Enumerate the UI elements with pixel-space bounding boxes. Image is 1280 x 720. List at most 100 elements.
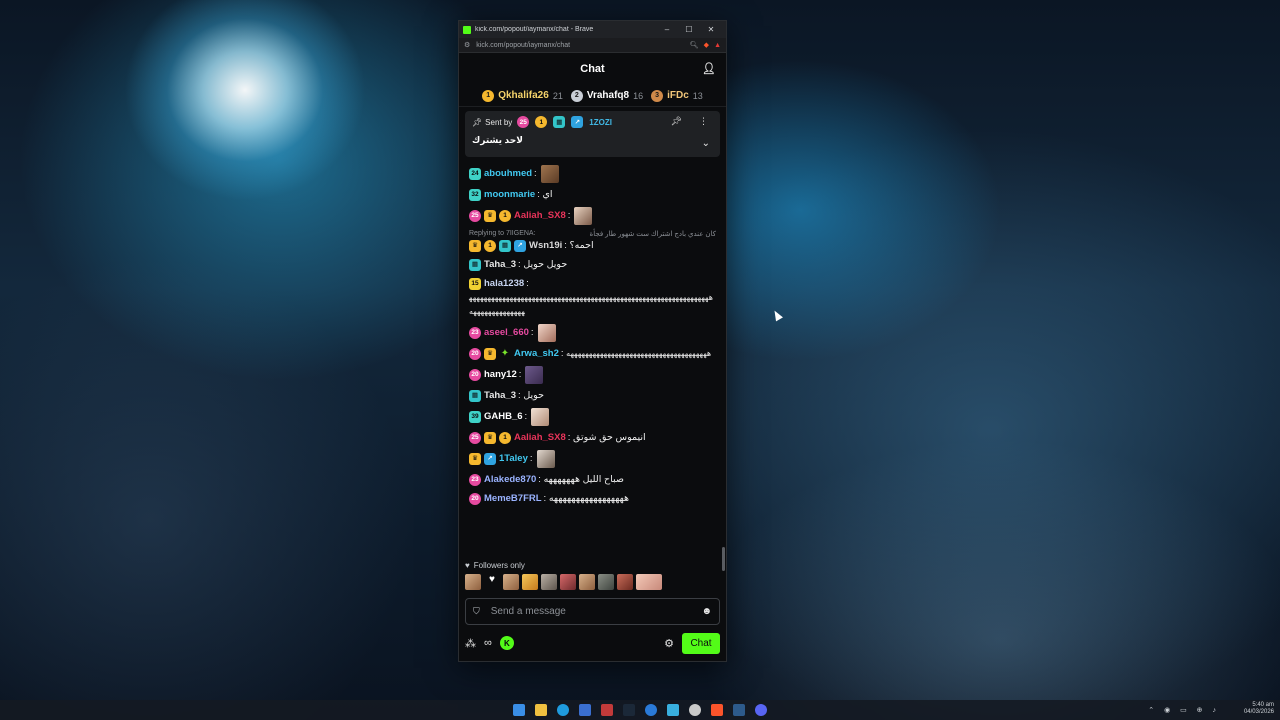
- leaderboard-item[interactable]: 2 Vrahafq8 16: [570, 89, 643, 102]
- zoom-icon[interactable]: 🔍︎: [690, 41, 699, 49]
- brave-shield-icon[interactable]: ◆: [704, 41, 709, 49]
- heart-icon: ♥: [465, 561, 470, 570]
- pin-icon[interactable]: 📌︎: [671, 116, 682, 127]
- gifter-badge-icon: 1: [499, 210, 511, 222]
- kick-icon[interactable]: K: [499, 636, 514, 650]
- pinner-username[interactable]: 1ZOZI: [589, 118, 612, 127]
- brave-rewards-icon[interactable]: ▲: [714, 42, 721, 49]
- chat-username[interactable]: moonmarie: [484, 188, 535, 202]
- emote-icon[interactable]: [617, 574, 633, 590]
- crown-badge-icon: ♛: [469, 240, 481, 252]
- chat-username[interactable]: Aaliah_SX8: [514, 431, 566, 445]
- emote-icon[interactable]: [560, 574, 576, 590]
- crown-badge-icon: ♛: [484, 210, 496, 222]
- chat-username[interactable]: hala1238: [484, 277, 524, 291]
- edge-icon[interactable]: [557, 704, 569, 716]
- close-button[interactable]: ✕: [700, 25, 722, 34]
- emote-icon[interactable]: [598, 574, 614, 590]
- brave-icon[interactable]: [711, 704, 723, 716]
- chat-username[interactable]: abouhmed: [484, 167, 532, 181]
- chat-title: Chat: [580, 63, 605, 75]
- address-url[interactable]: kick.com/popout/iaymanx/chat: [476, 42, 685, 49]
- emote-icon: [531, 408, 550, 426]
- system-clock[interactable]: 5:40 am 04/03/2026: [1244, 702, 1274, 716]
- smile-icon[interactable]: ☻: [701, 606, 712, 617]
- followers-only-notice: ♥ Followers only: [459, 561, 726, 570]
- leaderboard-name: Vrahafq8: [586, 90, 630, 101]
- window-title: kick.com/popout/iaymanx/chat - Brave: [475, 26, 594, 33]
- emote-icon[interactable]: [636, 574, 662, 590]
- app-icon[interactable]: [601, 704, 613, 716]
- chat-username[interactable]: hany12: [484, 368, 517, 382]
- window-titlebar: kick.com/popout/iaymanx/chat - Brave – ☐…: [459, 21, 726, 38]
- chat-message: ▦ Taha_3: حويل حويل: [469, 258, 716, 272]
- emote-icon[interactable]: [465, 574, 481, 590]
- chat-username[interactable]: 1Taley: [499, 452, 528, 466]
- system-tray-icons[interactable]: ⌃ ◉ ▭ ⊕ ♪: [1148, 706, 1220, 714]
- reply-text: كان عندي بادج اشتراك ست شهور طار فجأة: [589, 231, 716, 238]
- chat-username[interactable]: Aaliah_SX8: [514, 209, 566, 223]
- app-icon[interactable]: [689, 704, 701, 716]
- vip-badge-icon: ↗: [514, 240, 526, 252]
- send-chat-button[interactable]: Chat: [682, 632, 720, 654]
- more-icon[interactable]: ⋮: [699, 116, 708, 127]
- subscriber-badge-icon: 15: [469, 278, 481, 290]
- chat-username[interactable]: GAHB_6: [484, 410, 523, 424]
- emote-icon[interactable]: [579, 574, 595, 590]
- message-text: حويل حويل: [523, 259, 568, 270]
- emote-icon[interactable]: [522, 574, 538, 590]
- reply-message: Replying to 7IIGENA: كان عندي بادج اشترا…: [469, 230, 716, 253]
- reply-context[interactable]: Replying to 7IIGENA: كان عندي بادج اشترا…: [469, 230, 716, 238]
- chat-username[interactable]: aseel_660: [484, 326, 529, 340]
- chat-username[interactable]: Alakede870: [484, 473, 536, 487]
- app-icon[interactable]: [645, 704, 657, 716]
- app-icon[interactable]: [733, 704, 745, 716]
- chat-message-list[interactable]: 24 abouhmed: 32 moonmarie: اي 25 ♛ 1 Aal…: [459, 157, 726, 555]
- leaderboard-item[interactable]: 1 Qkhalifa26 21: [482, 89, 563, 102]
- maximize-button[interactable]: ☐: [678, 25, 700, 34]
- chat-message: 20 hany12:: [469, 366, 716, 384]
- kick-points-icon[interactable]: ⁂: [465, 637, 476, 650]
- subscriber-badge-icon: 24: [469, 168, 481, 180]
- discord-icon[interactable]: [755, 704, 767, 716]
- message-composer[interactable]: ⛉ ☻: [465, 598, 720, 625]
- shield-icon[interactable]: ⛉: [473, 606, 480, 617]
- leaderboard-item[interactable]: 3 iFDc 13: [651, 89, 703, 102]
- subscriber-badge-icon: 25: [517, 116, 530, 128]
- subscriber-badge-icon: 32: [469, 189, 481, 201]
- subscriber-badge-icon: 39: [469, 411, 481, 423]
- message-input[interactable]: [490, 606, 702, 617]
- message-text: احمه؟: [569, 240, 594, 251]
- chat-scrollbar[interactable]: [722, 547, 725, 571]
- chat-message: 23 aseel_660:: [469, 324, 716, 342]
- vip-badge-icon: ↗: [484, 453, 496, 465]
- chat-message: 39 GAHB_6:: [469, 408, 716, 426]
- users-icon[interactable]: 👤︎: [702, 62, 716, 75]
- settings-icon[interactable]: ⚙: [664, 637, 674, 650]
- address-bar[interactable]: ⚙ kick.com/popout/iaymanx/chat 🔍︎ ◆ ▲: [459, 38, 726, 53]
- minimize-button[interactable]: –: [656, 25, 678, 34]
- chevron-down-icon[interactable]: ⌄: [702, 138, 710, 149]
- infinity-icon[interactable]: ∞: [484, 637, 492, 649]
- emote-icon[interactable]: ♥: [484, 574, 500, 590]
- og-badge-icon: ✦: [500, 348, 510, 359]
- message-text: ههههههههههههههههههههههههههههههههههههههه: [566, 349, 712, 358]
- windows-taskbar: ⌃ ◉ ▭ ⊕ ♪ 5:40 am 04/03/2026: [0, 700, 1280, 720]
- message-text: هههههههههههههههههه: [548, 493, 629, 504]
- chat-username[interactable]: Taha_3: [484, 389, 516, 403]
- chat-username[interactable]: Taha_3: [484, 258, 516, 272]
- followers-only-label: Followers only: [473, 561, 525, 570]
- file-explorer-icon[interactable]: [535, 704, 547, 716]
- site-settings-icon[interactable]: ⚙: [464, 41, 470, 49]
- chat-message: 20 MemeB7FRL: هههههههههههههههههه: [469, 492, 716, 506]
- app-icon[interactable]: [667, 704, 679, 716]
- message-text: صباح الليل هههههههه: [543, 474, 624, 485]
- chat-username[interactable]: Wsn19i: [529, 239, 562, 253]
- start-icon[interactable]: [513, 704, 525, 716]
- steam-icon[interactable]: [623, 704, 635, 716]
- emote-icon[interactable]: [541, 574, 557, 590]
- store-icon[interactable]: [579, 704, 591, 716]
- emote-icon[interactable]: [503, 574, 519, 590]
- chat-username[interactable]: MemeB7FRL: [484, 492, 542, 506]
- chat-username[interactable]: Arwa_sh2: [514, 347, 559, 361]
